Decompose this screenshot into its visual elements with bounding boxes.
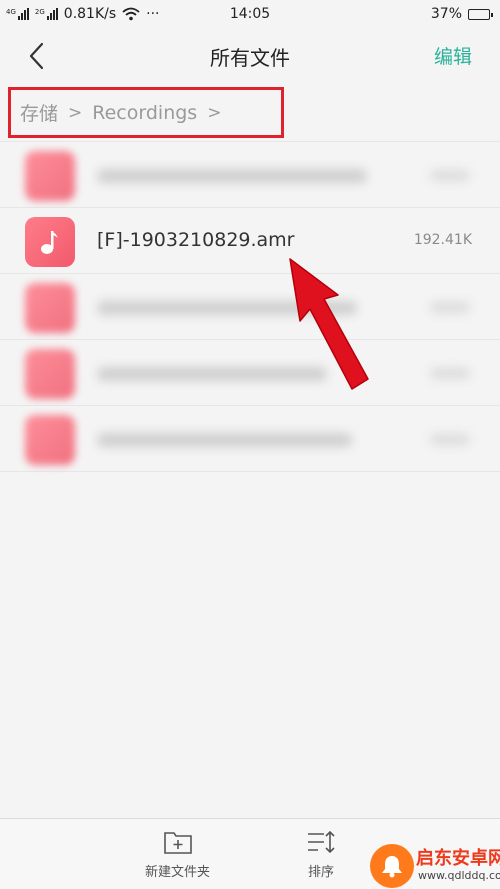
- sort-label: 排序: [307, 865, 334, 880]
- new-folder-button[interactable]: 新建文件夹: [145, 829, 210, 880]
- breadcrumb-item-recordings[interactable]: Recordings: [92, 102, 197, 124]
- edit-button[interactable]: 编辑: [434, 42, 472, 69]
- blurred-file-name: [97, 433, 352, 447]
- file-list: [F]-1903210829.amr 192.41K: [0, 142, 500, 472]
- blurred-file-size: [430, 434, 470, 445]
- file-row-recording[interactable]: [F]-1903210829.amr 192.41K: [0, 208, 500, 274]
- blurred-file-name: [97, 169, 367, 183]
- status-left: 4G 2G 0.81K/s ···: [6, 6, 160, 22]
- network-speed: 0.81K/s: [63, 6, 117, 22]
- watermark-brand: 启东安卓网: [416, 848, 500, 869]
- signal-icon-1: 4G: [6, 8, 29, 20]
- status-bar: 4G 2G 0.81K/s ··· 14:05 37%: [0, 0, 500, 28]
- file-row-blurred[interactable]: [0, 406, 500, 472]
- file-row-blurred[interactable]: [0, 274, 500, 340]
- back-button[interactable]: [18, 38, 54, 74]
- watermark-logo-icon: [370, 844, 414, 888]
- music-file-icon: [25, 217, 75, 267]
- breadcrumb: 存储 > Recordings >: [0, 84, 500, 142]
- music-file-icon: [25, 283, 75, 333]
- watermark-url: www.qdlddq.com: [418, 869, 500, 882]
- file-size: 192.41K: [413, 232, 472, 248]
- breadcrumb-separator-icon: >: [68, 102, 83, 123]
- new-folder-icon: [163, 832, 192, 854]
- file-name: [F]-1903210829.amr: [97, 229, 295, 251]
- more-notifications-icon: ···: [146, 6, 160, 22]
- battery-icon: [468, 8, 493, 20]
- page-title: 所有文件: [210, 45, 290, 70]
- header: 所有文件 编辑: [0, 28, 500, 84]
- signal-icon-2: 2G: [35, 8, 58, 20]
- breadcrumb-separator-icon: >: [207, 102, 222, 123]
- music-note-icon: [41, 231, 58, 254]
- breadcrumb-highlight-box: 存储 > Recordings >: [8, 87, 284, 138]
- music-file-icon: [25, 415, 75, 465]
- red-arrow-annotation: [289, 258, 369, 390]
- blurred-file-size: [430, 170, 470, 181]
- music-file-icon: [25, 349, 75, 399]
- back-arrow-icon: [29, 42, 44, 70]
- watermark: 启东安卓网 www.qdlddq.com: [370, 838, 500, 889]
- breadcrumb-item-storage[interactable]: 存储: [20, 99, 58, 126]
- file-row-blurred[interactable]: [0, 340, 500, 406]
- battery-percent: 37%: [430, 6, 462, 22]
- status-right: 37%: [430, 6, 493, 22]
- network-type-1: 4G: [6, 8, 16, 16]
- music-file-icon: [25, 151, 75, 201]
- sort-button[interactable]: 排序: [306, 829, 336, 880]
- bell-icon: [382, 856, 402, 878]
- file-row-blurred[interactable]: [0, 142, 500, 208]
- blurred-file-size: [430, 368, 470, 379]
- blurred-file-size: [430, 302, 470, 313]
- network-type-2: 2G: [34, 8, 45, 16]
- new-folder-label: 新建文件夹: [145, 865, 211, 880]
- sort-icon: [308, 830, 335, 854]
- wifi-icon: [122, 7, 140, 21]
